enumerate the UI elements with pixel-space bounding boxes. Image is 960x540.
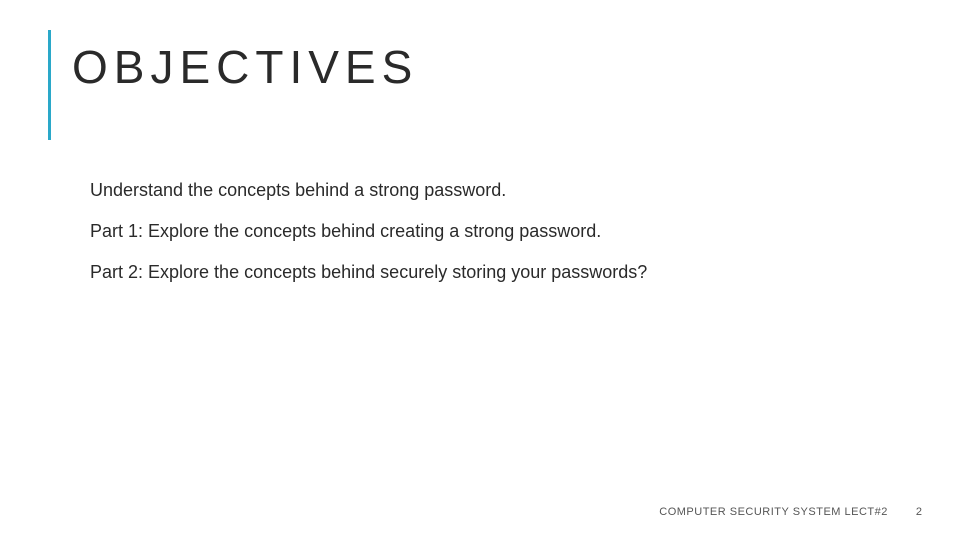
page-number: 2: [916, 506, 922, 518]
footer-label: COMPUTER SECURITY SYSTEM LECT#2: [659, 506, 888, 518]
accent-bar: [48, 30, 51, 140]
body-line: Part 1: Explore the concepts behind crea…: [90, 221, 900, 242]
body-line: Part 2: Explore the concepts behind secu…: [90, 262, 900, 283]
slide-title: OBJECTIVES: [72, 40, 418, 94]
body-content: Understand the concepts behind a strong …: [90, 180, 900, 303]
body-line: Understand the concepts behind a strong …: [90, 180, 900, 201]
slide-footer: COMPUTER SECURITY SYSTEM LECT#2 2: [659, 506, 922, 518]
